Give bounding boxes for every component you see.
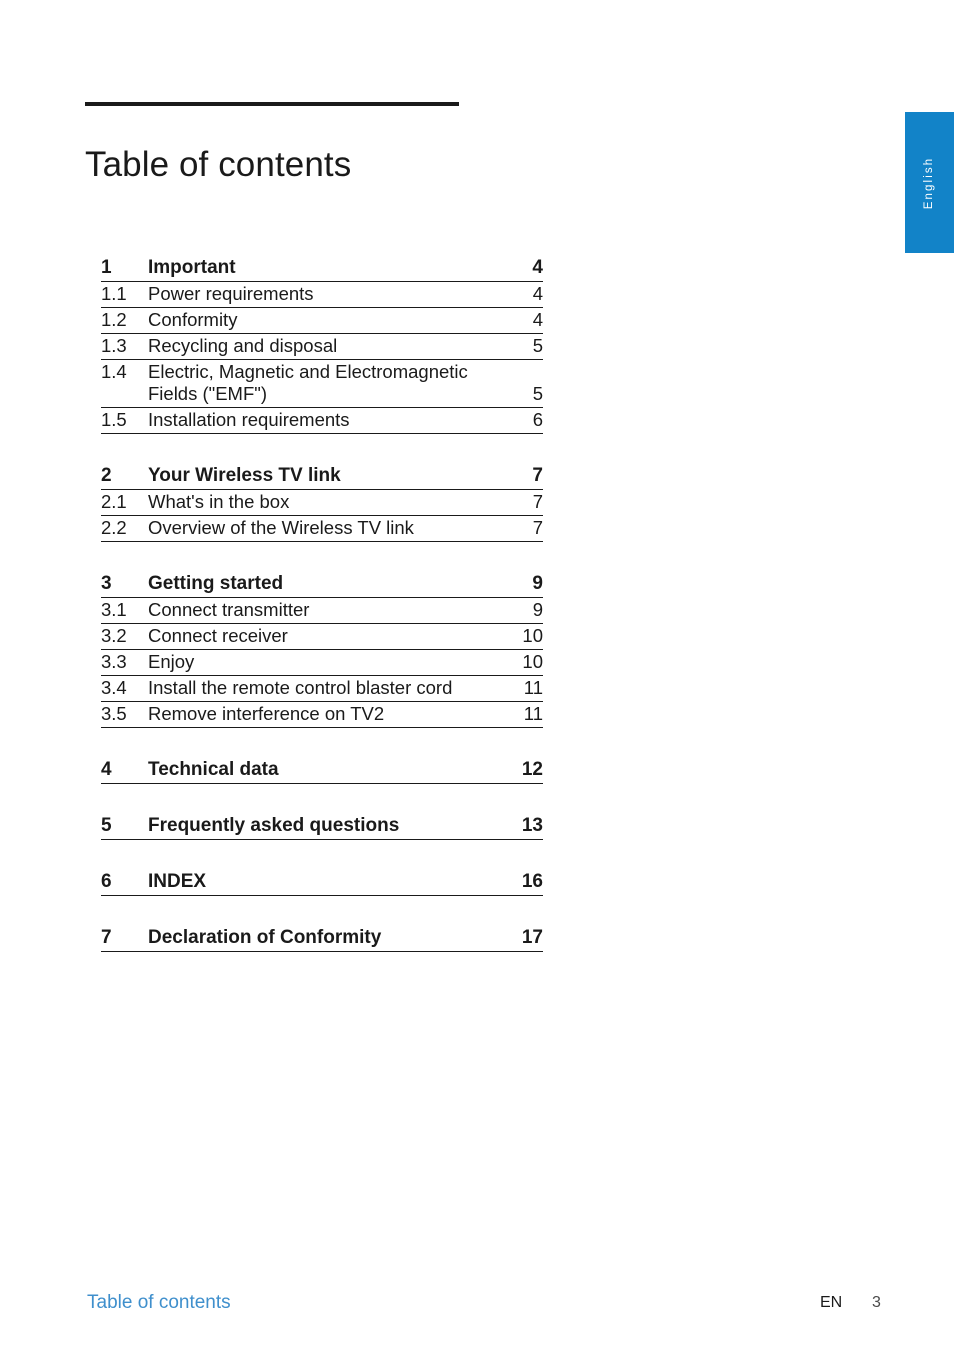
- toc-entry-page: 9: [532, 573, 543, 594]
- toc-section-row[interactable]: 5 Frequently asked questions 13: [101, 813, 543, 840]
- toc-entry-page: 10: [522, 651, 543, 672]
- toc-entry-page: 7: [532, 465, 543, 486]
- toc-entry-label: Install the remote control blaster cord: [148, 677, 453, 698]
- toc-entry-label: Connect receiver: [148, 625, 288, 646]
- toc-entry-label: Declaration of Conformity: [148, 927, 382, 948]
- toc-entry-number: 3.2: [101, 625, 127, 646]
- toc-entry-page: 12: [521, 759, 543, 780]
- toc-entry-number: 2.1: [101, 491, 127, 512]
- title-divider: [85, 102, 459, 106]
- footer-section-label: Table of contents: [87, 1292, 231, 1313]
- toc-group: 4 Technical data 12: [101, 757, 543, 784]
- toc-entry-label: Your Wireless TV link: [148, 465, 341, 486]
- toc-subsection-row[interactable]: 2.2 Overview of the Wireless TV link 7: [101, 516, 543, 542]
- toc-entry-label-continued: Fields ("EMF"): [148, 383, 267, 404]
- toc-entry-number: 1.1: [101, 283, 127, 304]
- toc-group: 7 Declaration of Conformity 17: [101, 925, 543, 952]
- toc-entry-label: Recycling and disposal: [148, 335, 338, 356]
- toc-entry-label: INDEX: [148, 871, 207, 892]
- toc-entry-number: 3: [101, 573, 112, 594]
- footer-page-info: EN 3: [820, 1294, 920, 1312]
- toc-entry-label: Frequently asked questions: [148, 815, 400, 836]
- toc-entry-number: 3.1: [101, 599, 127, 620]
- toc-section-row[interactable]: 1 Important 4: [101, 255, 543, 282]
- toc-entry-number: 2: [101, 465, 112, 486]
- toc-subsection-row[interactable]: 1.1 Power requirements 4: [101, 282, 543, 308]
- toc-entry-label: Connect transmitter: [148, 599, 310, 620]
- toc-entry-label: Getting started: [148, 573, 284, 594]
- toc-entry-number: 6: [101, 871, 112, 892]
- toc-subsection-row[interactable]: Fields ("EMF") 5: [101, 383, 543, 408]
- toc-entry-number: 5: [101, 815, 112, 836]
- toc-entry-page: 4: [532, 283, 543, 304]
- toc-entry-page: 17: [521, 927, 543, 948]
- toc-subsection-row[interactable]: 3.5 Remove interference on TV2 11: [101, 702, 543, 728]
- toc-subsection-row[interactable]: 3.2 Connect receiver 10: [101, 624, 543, 650]
- toc-entry-page: 9: [532, 599, 543, 620]
- toc-entry-label: Overview of the Wireless TV link: [148, 517, 414, 538]
- toc-entry-number: 1: [101, 257, 112, 278]
- toc-entry-number: 1.5: [101, 409, 127, 430]
- toc-entry-label: Enjoy: [148, 651, 195, 672]
- toc-entry-page: 4: [532, 257, 543, 278]
- toc-entry-number: 2.2: [101, 517, 127, 538]
- toc-group: 5 Frequently asked questions 13: [101, 813, 543, 840]
- toc-entry-label: Important: [148, 257, 236, 278]
- footer-language-code: EN: [820, 1294, 843, 1311]
- toc-entry-page: 5: [532, 383, 543, 404]
- page-title: Table of contents: [85, 145, 352, 185]
- toc-subsection-row[interactable]: 1.4 Electric, Magnetic and Electromagneti…: [101, 360, 543, 383]
- toc-entry-page: 5: [532, 335, 543, 356]
- table-of-contents: 1 Important 4 1.1 Power requirements 4 1.2 Conf…: [101, 255, 543, 952]
- toc-group: 1 Important 4 1.1 Power requirements 4 1.2 Conf…: [101, 255, 543, 434]
- toc-entry-label: Electric, Magnetic and Electromagnetic: [148, 361, 468, 382]
- toc-section-row[interactable]: 3 Getting started 9: [101, 571, 543, 598]
- toc-entry-number: 7: [101, 927, 112, 948]
- toc-subsection-row[interactable]: 3.1 Connect transmitter 9: [101, 598, 543, 624]
- language-tab: English: [905, 112, 954, 253]
- toc-entry-page: 11: [523, 677, 543, 698]
- toc-subsection-row[interactable]: 3.3 Enjoy 10: [101, 650, 543, 676]
- toc-subsection-row[interactable]: 2.1 What's in the box 7: [101, 490, 543, 516]
- toc-subsection-row[interactable]: 3.4 Install the remote control blaster co…: [101, 676, 543, 702]
- toc-entry-label: What's in the box: [148, 491, 290, 512]
- toc-entry-label: Technical data: [148, 759, 279, 780]
- toc-entry-page: 16: [521, 871, 543, 892]
- toc-entry-page: 7: [532, 517, 543, 538]
- toc-entry-number: 3.3: [101, 651, 127, 672]
- toc-subsection-row[interactable]: 1.5 Installation requirements 6: [101, 408, 543, 434]
- toc-entry-number: 3.4: [101, 677, 127, 698]
- toc-entry-page: 4: [532, 309, 543, 330]
- toc-section-row[interactable]: 2 Your Wireless TV link 7: [101, 463, 543, 490]
- toc-entry-number: 1.4: [101, 361, 127, 382]
- toc-section-row[interactable]: 7 Declaration of Conformity 17: [101, 925, 543, 952]
- toc-entry-label: Installation requirements: [148, 409, 350, 430]
- toc-entry-page: 7: [532, 491, 543, 512]
- toc-group: 6 INDEX 16: [101, 869, 543, 896]
- toc-section-row[interactable]: 6 INDEX 16: [101, 869, 543, 896]
- toc-entry-label: Remove interference on TV2: [148, 703, 385, 724]
- toc-subsection-row[interactable]: 1.2 Conformity 4: [101, 308, 543, 334]
- toc-group: 3 Getting started 9 3.1 Connect transmitter 9…: [101, 571, 543, 728]
- toc-entry-page: 11: [523, 703, 543, 724]
- toc-entry-number: 1.3: [101, 335, 127, 356]
- language-tab-label: English: [923, 156, 936, 209]
- footer-page-number: 3: [872, 1294, 881, 1311]
- toc-entry-label: Conformity: [148, 309, 238, 330]
- toc-entry-number: 3.5: [101, 703, 127, 724]
- toc-entry-label: Power requirements: [148, 283, 314, 304]
- toc-entry-number: 1.2: [101, 309, 127, 330]
- toc-group: 2 Your Wireless TV link 7 2.1 What's in the …: [101, 463, 543, 542]
- toc-subsection-row[interactable]: 1.3 Recycling and disposal 5: [101, 334, 543, 360]
- toc-entry-page: 6: [532, 409, 543, 430]
- toc-section-row[interactable]: 4 Technical data 12: [101, 757, 543, 784]
- toc-entry-page: 13: [521, 815, 543, 836]
- toc-entry-page: 10: [522, 625, 543, 646]
- toc-entry-number: 4: [101, 759, 112, 780]
